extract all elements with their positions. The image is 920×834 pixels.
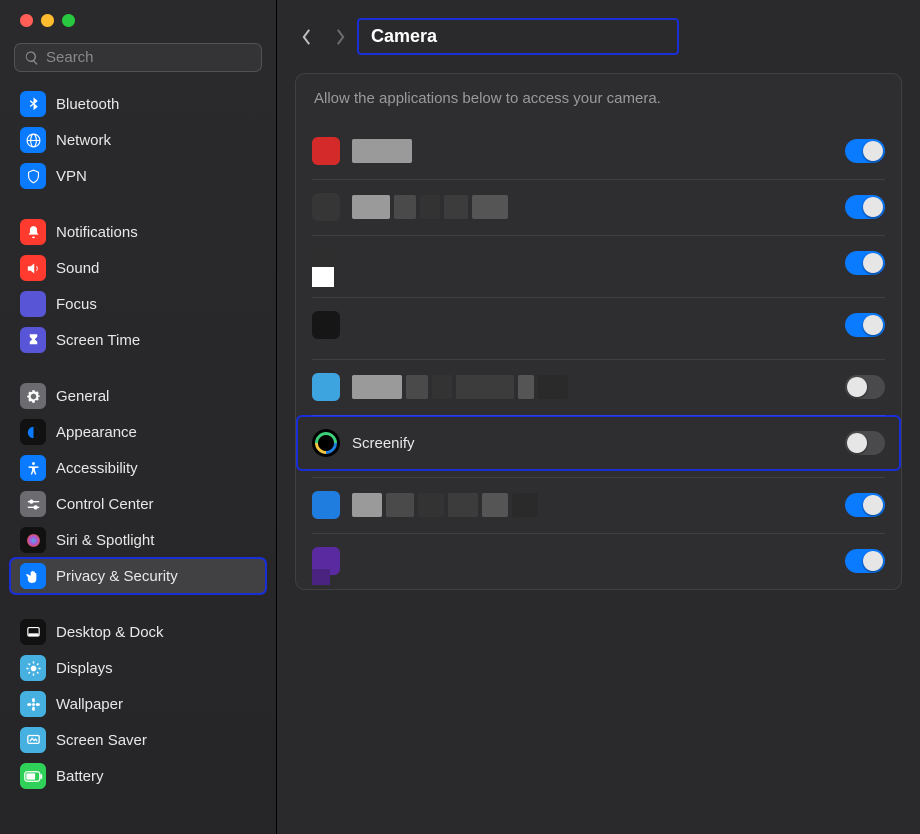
sidebar-item-label: Sound	[56, 260, 99, 277]
sidebar-item-label: Siri & Spotlight	[56, 532, 154, 549]
sidebar-item-notifications[interactable]: Notifications	[10, 214, 266, 250]
sidebar-item-label: General	[56, 388, 109, 405]
gear-icon	[20, 383, 46, 409]
forward-button[interactable]	[329, 26, 351, 48]
app-row	[296, 477, 901, 533]
page-title: Camera	[371, 26, 437, 47]
minimize-icon[interactable]	[41, 14, 54, 27]
sliders-icon	[20, 491, 46, 517]
app-row	[296, 235, 901, 291]
camera-toggle[interactable]	[845, 251, 885, 275]
sidebar-item-screen-time[interactable]: Screen Time	[10, 322, 266, 358]
moon-icon	[20, 291, 46, 317]
sidebar-item-displays[interactable]: Displays	[10, 650, 266, 686]
sidebar-item-bluetooth[interactable]: Bluetooth	[10, 86, 266, 122]
camera-toggle[interactable]	[845, 375, 885, 399]
bell-icon	[20, 219, 46, 245]
app-icon	[312, 311, 340, 339]
sidebar-item-label: Screen Saver	[56, 732, 147, 749]
sidebar-item-label: Privacy & Security	[56, 568, 178, 585]
main-pane: Camera Allow the applications below to a…	[277, 0, 920, 834]
sidebar-item-label: Wallpaper	[56, 696, 123, 713]
window-controls	[10, 10, 266, 43]
search-icon	[24, 50, 40, 66]
flower-icon	[20, 691, 46, 717]
panel-description: Allow the applications below to access y…	[296, 74, 901, 123]
camera-toggle[interactable]	[845, 549, 885, 573]
fullscreen-icon[interactable]	[62, 14, 75, 27]
app-row	[296, 359, 901, 415]
sidebar-item-label: Accessibility	[56, 460, 138, 477]
search-field[interactable]	[14, 43, 262, 72]
sidebar-item-desktop-dock[interactable]: Desktop & Dock	[10, 614, 266, 650]
screenify-icon	[312, 429, 340, 457]
sidebar-item-sound[interactable]: Sound	[10, 250, 266, 286]
shield-icon	[20, 163, 46, 189]
dock-icon	[20, 619, 46, 645]
sidebar-item-vpn[interactable]: VPN	[10, 158, 266, 194]
app-icon	[312, 137, 340, 165]
app-name-label: Screenify	[352, 435, 415, 452]
app-row	[296, 123, 901, 179]
accessibility-icon	[20, 455, 46, 481]
sidebar-item-screen-saver[interactable]: Screen Saver	[10, 722, 266, 758]
hourglass-icon	[20, 327, 46, 353]
globe-icon	[20, 127, 46, 153]
sun-icon	[20, 655, 46, 681]
back-button[interactable]	[295, 26, 317, 48]
search-input[interactable]	[46, 49, 252, 66]
sidebar-item-focus[interactable]: Focus	[10, 286, 266, 322]
app-row	[296, 179, 901, 235]
sidebar-item-label: Battery	[56, 768, 104, 785]
sidebar-item-general[interactable]: General	[10, 378, 266, 414]
appearance-icon	[20, 419, 46, 445]
page-title-highlight: Camera	[357, 18, 679, 55]
siri-icon	[20, 527, 46, 553]
sidebar-item-battery[interactable]: Battery	[10, 758, 266, 794]
sidebar-item-label: Notifications	[56, 224, 138, 241]
speaker-icon	[20, 255, 46, 281]
redacted-name	[352, 139, 412, 163]
toolbar: Camera	[295, 0, 902, 73]
sidebar: Bluetooth Network VPN Notifications Sound Foc…	[0, 0, 277, 834]
camera-toggle[interactable]	[845, 313, 885, 337]
sidebar-item-label: Screen Time	[56, 332, 140, 349]
battery-icon	[20, 763, 46, 789]
camera-toggle[interactable]	[845, 493, 885, 517]
sidebar-item-label: Appearance	[56, 424, 137, 441]
app-icon	[312, 193, 340, 221]
app-row	[296, 533, 901, 589]
sidebar-item-label: Bluetooth	[56, 96, 119, 113]
sidebar-item-label: Focus	[56, 296, 97, 313]
camera-toggle[interactable]	[845, 139, 885, 163]
sidebar-item-label: Network	[56, 132, 111, 149]
sidebar-item-label: Desktop & Dock	[56, 624, 164, 641]
hand-icon	[20, 563, 46, 589]
camera-panel: Allow the applications below to access y…	[295, 73, 902, 590]
sidebar-item-accessibility[interactable]: Accessibility	[10, 450, 266, 486]
camera-toggle[interactable]	[845, 195, 885, 219]
redacted-name	[352, 375, 568, 399]
sidebar-item-control-center[interactable]: Control Center	[10, 486, 266, 522]
sidebar-item-label: Control Center	[56, 496, 154, 513]
sidebar-item-label: VPN	[56, 168, 87, 185]
sidebar-item-privacy-security[interactable]: Privacy & Security	[10, 558, 266, 594]
sidebar-item-label: Displays	[56, 660, 113, 677]
camera-toggle[interactable]	[845, 431, 885, 455]
redacted-name	[352, 493, 538, 517]
redacted-name	[352, 195, 508, 219]
sidebar-item-network[interactable]: Network	[10, 122, 266, 158]
close-icon[interactable]	[20, 14, 33, 27]
app-row: Screenify	[296, 415, 901, 471]
screensaver-icon	[20, 727, 46, 753]
app-icon	[312, 491, 340, 519]
app-icon	[312, 373, 340, 401]
sidebar-item-appearance[interactable]: Appearance	[10, 414, 266, 450]
sidebar-item-siri-spotlight[interactable]: Siri & Spotlight	[10, 522, 266, 558]
bluetooth-icon	[20, 91, 46, 117]
sidebar-item-wallpaper[interactable]: Wallpaper	[10, 686, 266, 722]
app-row	[296, 297, 901, 353]
